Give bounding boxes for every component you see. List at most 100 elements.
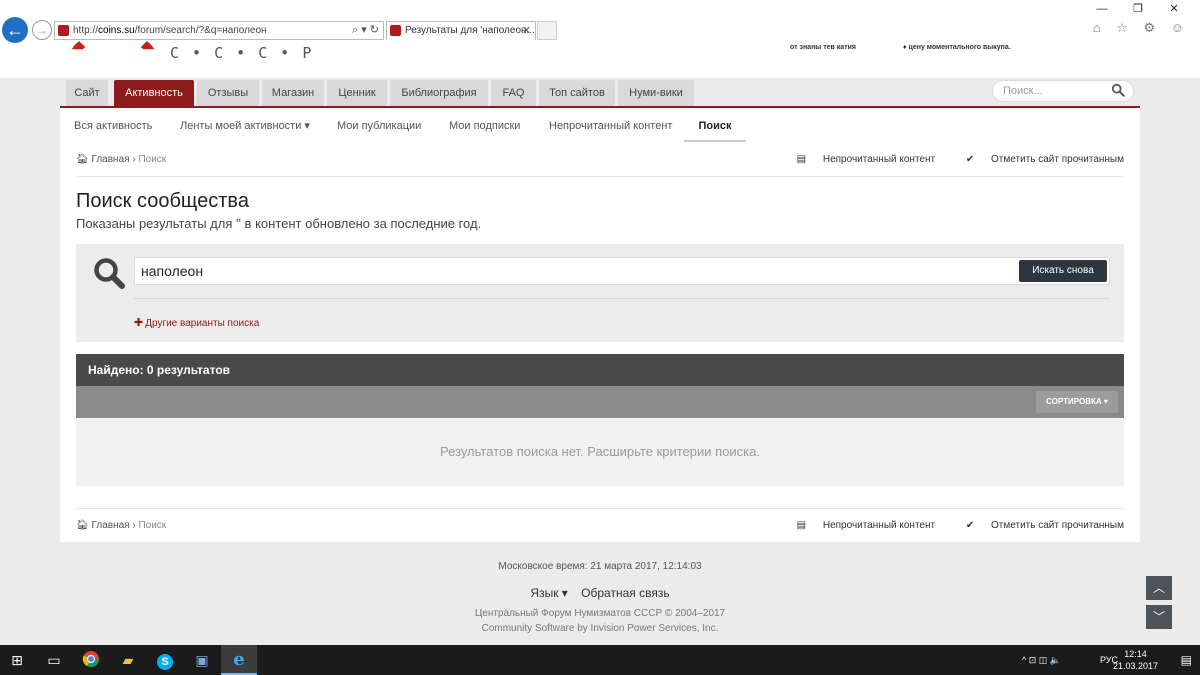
checkmark-icon: ✔: [965, 154, 975, 165]
subnav-unread[interactable]: Непрочитанный контент: [549, 108, 672, 142]
system-tray: ^ ⊡ ◫ 🔈 РУС 12:14 21.03.2017 ▤: [1022, 645, 1192, 675]
other-options-label: Другие варианты поиска: [145, 318, 260, 329]
magnifier-icon: [94, 258, 125, 289]
nav-tab-top-sites[interactable]: Топ сайтов: [539, 80, 615, 106]
breadcrumb-separator: ›: [132, 154, 136, 165]
taskbar-active-ie[interactable]: e: [221, 645, 257, 675]
unread-link-label: Непрочитанный контент: [822, 520, 936, 531]
address-tools-icon[interactable]: ⌕ ▾ ↻: [352, 22, 379, 39]
breadcrumb: 🏠︎ Главная › Поиск: [76, 154, 166, 165]
windows-start-icon[interactable]: ⊞: [6, 650, 28, 670]
feedback-link[interactable]: Обратная связь: [581, 586, 669, 600]
back-arrow-icon[interactable]: ←: [2, 17, 28, 43]
clock[interactable]: 12:14 21.03.2017: [1113, 648, 1158, 672]
home-icon: 🏠︎: [76, 154, 89, 165]
header-note: от знаны тев катия: [790, 44, 857, 51]
empty-results-message: Результатов поиска нет. Расширьте критер…: [76, 418, 1124, 486]
subnav-my-feeds[interactable]: Ленты моей активности ▾: [180, 108, 310, 142]
breadcrumb-actions: ▤ Непрочитанный контент ✔ Отметить сайт …: [769, 154, 1124, 165]
sort-bar: СОРТИРОВКА ▾: [76, 386, 1124, 418]
breadcrumb-home[interactable]: Главная: [91, 520, 129, 531]
header-note: ♦ цену моментального выкупа.: [903, 44, 1011, 51]
home-icon: 🏠︎: [76, 520, 89, 531]
nav-search-input[interactable]: Поиск...: [992, 80, 1134, 102]
mark-read-label: Отметить сайт прочитанным: [991, 520, 1124, 531]
tab-favicon-icon: [390, 25, 401, 36]
site-header: С • С • С • Р от знаны тев катия ♦ цену …: [0, 44, 1200, 78]
subnav-my-posts[interactable]: Мои публикации: [337, 108, 421, 142]
url-path: /forum/search/?&q=наполеон: [134, 25, 267, 36]
scroll-down-icon[interactable]: ﹀: [1146, 605, 1172, 629]
breadcrumb-separator: ›: [132, 520, 136, 531]
subnav-search[interactable]: Поиск: [684, 108, 746, 142]
tab-close-icon[interactable]: ✕: [522, 22, 531, 40]
mark-read-link[interactable]: ✔ Отметить сайт прочитанным: [952, 520, 1124, 531]
subnav-all-activity[interactable]: Вся активность: [74, 108, 152, 142]
file-explorer-icon[interactable]: ▰: [117, 650, 139, 670]
breadcrumb-current: Поиск: [138, 520, 167, 531]
chrome-icon[interactable]: [80, 650, 102, 670]
app-icon[interactable]: ▣: [191, 650, 213, 670]
divider: [76, 176, 1124, 177]
site-favicon-icon: [58, 25, 69, 36]
page-subtitle: Показаны результаты для '' в контент обн…: [76, 216, 482, 231]
restore-icon[interactable]: ❐: [1120, 2, 1156, 15]
copyright: Центральный Форум Нумизматов СССР © 2004…: [474, 608, 726, 619]
forward-arrow-icon[interactable]: →: [32, 20, 52, 40]
unread-content-link[interactable]: ▤ Непрочитанный контент: [783, 154, 935, 165]
plus-icon: ✚: [134, 317, 144, 329]
notifications-icon[interactable]: ▤: [1181, 653, 1192, 667]
breadcrumb-bottom: 🏠︎ Главная › Поиск: [76, 520, 166, 531]
results-count: Найдено: 0 результатов: [76, 354, 1124, 386]
mark-read-label: Отметить сайт прочитанным: [991, 154, 1124, 165]
task-view-icon[interactable]: ▭: [43, 650, 65, 670]
nav-tab-shop[interactable]: Магазин: [262, 80, 324, 106]
clock-date: 21.03.2017: [1112, 661, 1158, 671]
browser-toolbar-icons[interactable]: ⌂ ☆ ⚙ ☺: [1093, 20, 1190, 36]
sub-navigation: Вся активность Ленты моей активности ▾ М…: [60, 108, 1140, 142]
window-controls: — ❐ ✕: [1084, 2, 1192, 15]
skype-icon[interactable]: S: [154, 650, 176, 670]
windows-taskbar: ⊞ ▭ ▰ S ▣ e ^ ⊡ ◫ 🔈 РУС 12:14 21.03.2017…: [0, 645, 1200, 675]
close-window-icon[interactable]: ✕: [1156, 2, 1192, 15]
divider: [134, 298, 1110, 299]
nav-tab-site[interactable]: Сайт: [66, 80, 108, 106]
page-content: Вся активность Ленты моей активности ▾ М…: [60, 108, 1140, 542]
search-again-button[interactable]: Искать снова: [1019, 260, 1107, 282]
new-tab-button[interactable]: [537, 21, 557, 40]
unread-link-label: Непрочитанный контент: [822, 154, 936, 165]
search-query-value: наполеон: [141, 263, 204, 279]
internet-explorer-icon: e: [233, 649, 245, 670]
software-credit: Community Software by Invision Power Ser…: [481, 623, 719, 634]
browser-tab-active[interactable]: Результаты для 'наполеон... ✕: [386, 21, 536, 40]
clock-time: 12:14: [1124, 649, 1147, 659]
nav-tab-prices[interactable]: Ценник: [327, 80, 387, 106]
nav-tab-activity[interactable]: Активность: [114, 80, 194, 106]
search-query-input[interactable]: наполеон Искать снова: [134, 257, 1110, 285]
tab-title: Результаты для 'наполеон...: [405, 25, 535, 36]
breadcrumb-home[interactable]: Главная: [91, 154, 129, 165]
unread-content-link[interactable]: ▤ Непрочитанный контент: [783, 520, 935, 531]
nav-tab-reviews[interactable]: Отзывы: [197, 80, 259, 106]
unread-icon: ▤: [796, 520, 807, 531]
language-selector[interactable]: Язык ▾: [530, 586, 567, 600]
sort-button[interactable]: СОРТИРОВКА ▾: [1036, 391, 1118, 413]
nav-tab-faq[interactable]: FAQ: [491, 80, 536, 106]
nav-tab-numi-wiki[interactable]: Нуми-вики: [618, 80, 694, 106]
site-logo-text[interactable]: С • С • С • Р: [170, 44, 313, 62]
minimize-icon[interactable]: —: [1084, 3, 1120, 15]
checkmark-icon: ✔: [965, 520, 975, 531]
unread-icon: ▤: [796, 154, 807, 165]
tray-icons[interactable]: ^ ⊡ ◫ 🔈: [1022, 655, 1061, 666]
nav-search-placeholder: Поиск...: [1003, 85, 1043, 97]
breadcrumb-current: Поиск: [138, 154, 167, 165]
nav-tab-bibliography[interactable]: Библиография: [390, 80, 488, 106]
scroll-up-icon[interactable]: ︿: [1146, 576, 1172, 600]
search-icon[interactable]: [1111, 83, 1125, 97]
subnav-my-follows[interactable]: Мои подписки: [449, 108, 520, 142]
other-search-options-link[interactable]: ✚ Другие варианты поиска: [134, 316, 259, 329]
main-navbar: Сайт Активность Отзывы Магазин Ценник Би…: [60, 78, 1140, 108]
moscow-time: Московское время: 21 марта 2017, 12:14:0…: [498, 561, 702, 572]
mark-read-link[interactable]: ✔ Отметить сайт прочитанным: [952, 154, 1124, 165]
search-panel: наполеон Искать снова ✚ Другие варианты п…: [76, 244, 1124, 342]
